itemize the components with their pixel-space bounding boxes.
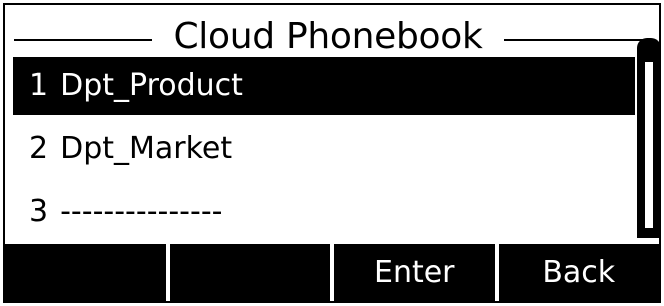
list-item-2[interactable]: 2 Dpt_Market [13,120,635,178]
phonebook-screen: Cloud Phonebook 1 Dpt_Product 2 Dpt_Market… [0,0,664,306]
list-item-label: Dpt_Product [60,68,243,103]
list-item-3[interactable]: 3 --------------- [13,184,635,240]
list-item-number: 2 [29,131,49,166]
title-rule-left [14,39,152,41]
list-item-1[interactable]: 1 Dpt_Product [13,57,635,115]
softkey-2[interactable] [169,244,330,301]
enter-softkey[interactable]: Enter [334,244,495,301]
softkey-bar: Enter Back [5,244,659,301]
list-item-label: --------------- [60,194,223,229]
title-rule-right [504,39,644,41]
list-item-label: Dpt_Market [60,131,233,166]
scrollbar-thumb[interactable] [643,60,655,230]
back-softkey[interactable]: Back [498,244,659,301]
softkey-1[interactable] [5,244,166,301]
screen-title: Cloud Phonebook [173,16,483,57]
list-item-number: 3 [29,194,49,229]
list-item-number: 1 [29,68,49,103]
